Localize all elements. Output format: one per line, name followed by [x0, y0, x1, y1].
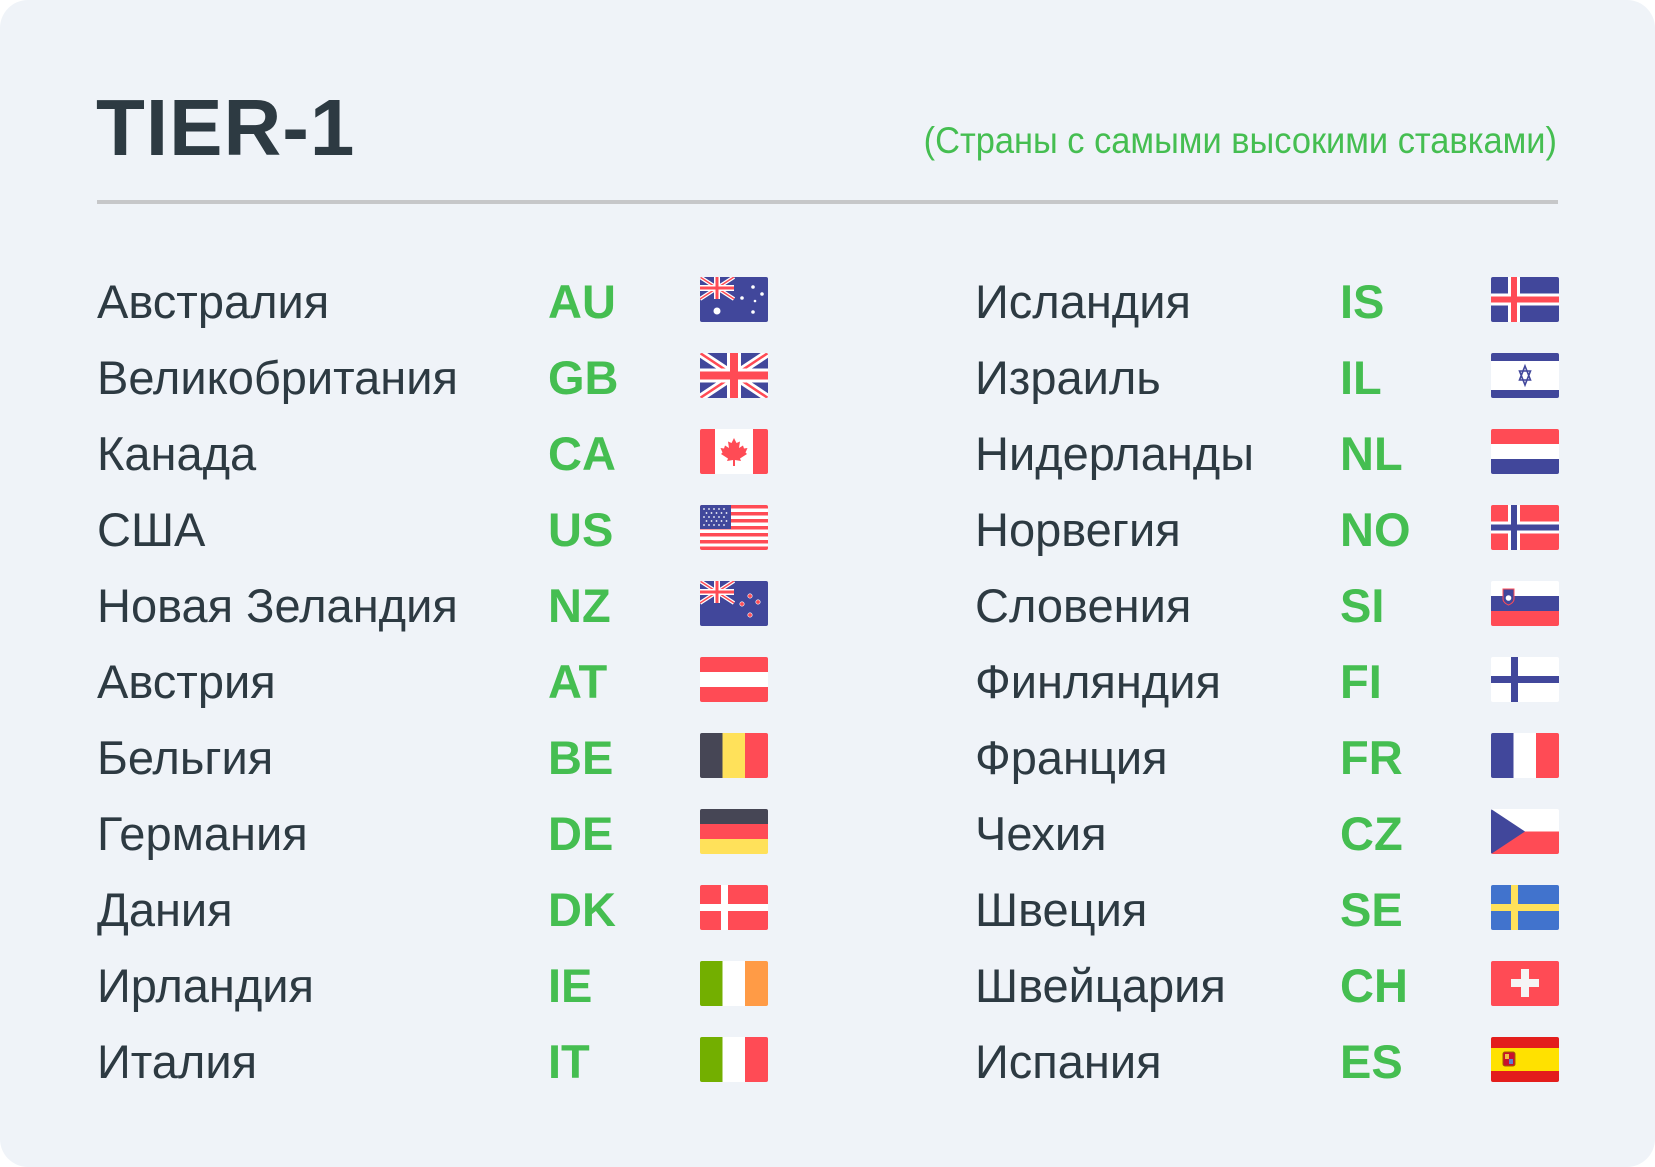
country-name: Бельгия [97, 731, 274, 784]
country-code: AU [548, 275, 616, 328]
flag-iceland-icon [1491, 277, 1559, 322]
page-title: TIER-1 [96, 83, 356, 172]
country-code: IT [548, 1035, 590, 1088]
country-code: SE [1340, 883, 1403, 936]
country-code: IL [1340, 351, 1382, 404]
country-code: BE [548, 731, 614, 784]
country-name: Германия [97, 807, 308, 860]
country-code: IE [548, 959, 593, 1012]
country-name: Италия [97, 1035, 258, 1088]
country-code: CZ [1340, 807, 1403, 860]
flag-finland-icon [1491, 657, 1559, 702]
country-name: Дания [97, 883, 233, 936]
flag-norway-icon [1491, 505, 1559, 550]
country-name: Австрия [97, 655, 276, 708]
country-code: NZ [548, 579, 611, 632]
country-name: Австралия [97, 275, 330, 328]
flag-united-kingdom-icon [700, 353, 768, 398]
flag-belgium-icon [700, 733, 768, 778]
country-name: США [97, 503, 206, 556]
flag-italy-icon [700, 1037, 768, 1082]
flag-australia-icon [700, 277, 768, 322]
country-name: Словения [975, 579, 1192, 632]
country-code: AT [548, 655, 608, 708]
country-code: NO [1340, 503, 1411, 556]
country-name: Финляндия [975, 655, 1221, 708]
flag-germany-icon [700, 809, 768, 854]
country-name: Великобритания [97, 351, 458, 404]
flag-slovenia-icon [1491, 581, 1559, 626]
flag-austria-icon [700, 657, 768, 702]
flag-france-icon [1491, 733, 1559, 778]
country-name: Ирландия [97, 959, 314, 1012]
flag-switzerland-icon [1491, 961, 1559, 1006]
country-code: IS [1340, 275, 1385, 328]
country-name: Норвегия [975, 503, 1181, 556]
country-code: ES [1340, 1035, 1403, 1088]
country-name: Исландия [975, 275, 1191, 328]
country-code: US [548, 503, 614, 556]
flag-canada-icon [700, 429, 768, 474]
page-subtitle: (Страны с самыми высокими ставками) [923, 120, 1557, 161]
flag-israel-icon [1491, 353, 1559, 398]
country-name: Испания [975, 1035, 1162, 1088]
country-name: Канада [97, 427, 257, 480]
country-code: FI [1340, 655, 1382, 708]
country-code: GB [548, 351, 619, 404]
flag-netherlands-icon [1491, 429, 1559, 474]
country-code: SI [1340, 579, 1385, 632]
country-code: CA [548, 427, 616, 480]
country-code: FR [1340, 731, 1403, 784]
country-name: Франция [975, 731, 1168, 784]
country-code: DK [548, 883, 616, 936]
tier1-card: TIER-1 (Страны с самыми высокими ставкам… [0, 0, 1655, 1167]
country-name: Нидерланды [975, 427, 1255, 480]
country-name: Новая Зеландия [97, 579, 458, 632]
country-name: Израиль [975, 351, 1161, 404]
flag-ireland-icon [700, 961, 768, 1006]
header-divider [97, 200, 1558, 204]
flag-usa-icon [700, 505, 768, 550]
country-name: Швеция [975, 883, 1148, 936]
flag-spain-icon [1491, 1037, 1559, 1082]
country-name: Чехия [975, 807, 1107, 860]
country-code: CH [1340, 959, 1408, 1012]
flag-sweden-icon [1491, 885, 1559, 930]
country-code: NL [1340, 427, 1403, 480]
country-name: Швейцария [975, 959, 1226, 1012]
country-code: DE [548, 807, 614, 860]
flag-new-zealand-icon [700, 581, 768, 626]
flag-denmark-icon [700, 885, 768, 930]
flag-czechia-icon [1491, 809, 1559, 854]
